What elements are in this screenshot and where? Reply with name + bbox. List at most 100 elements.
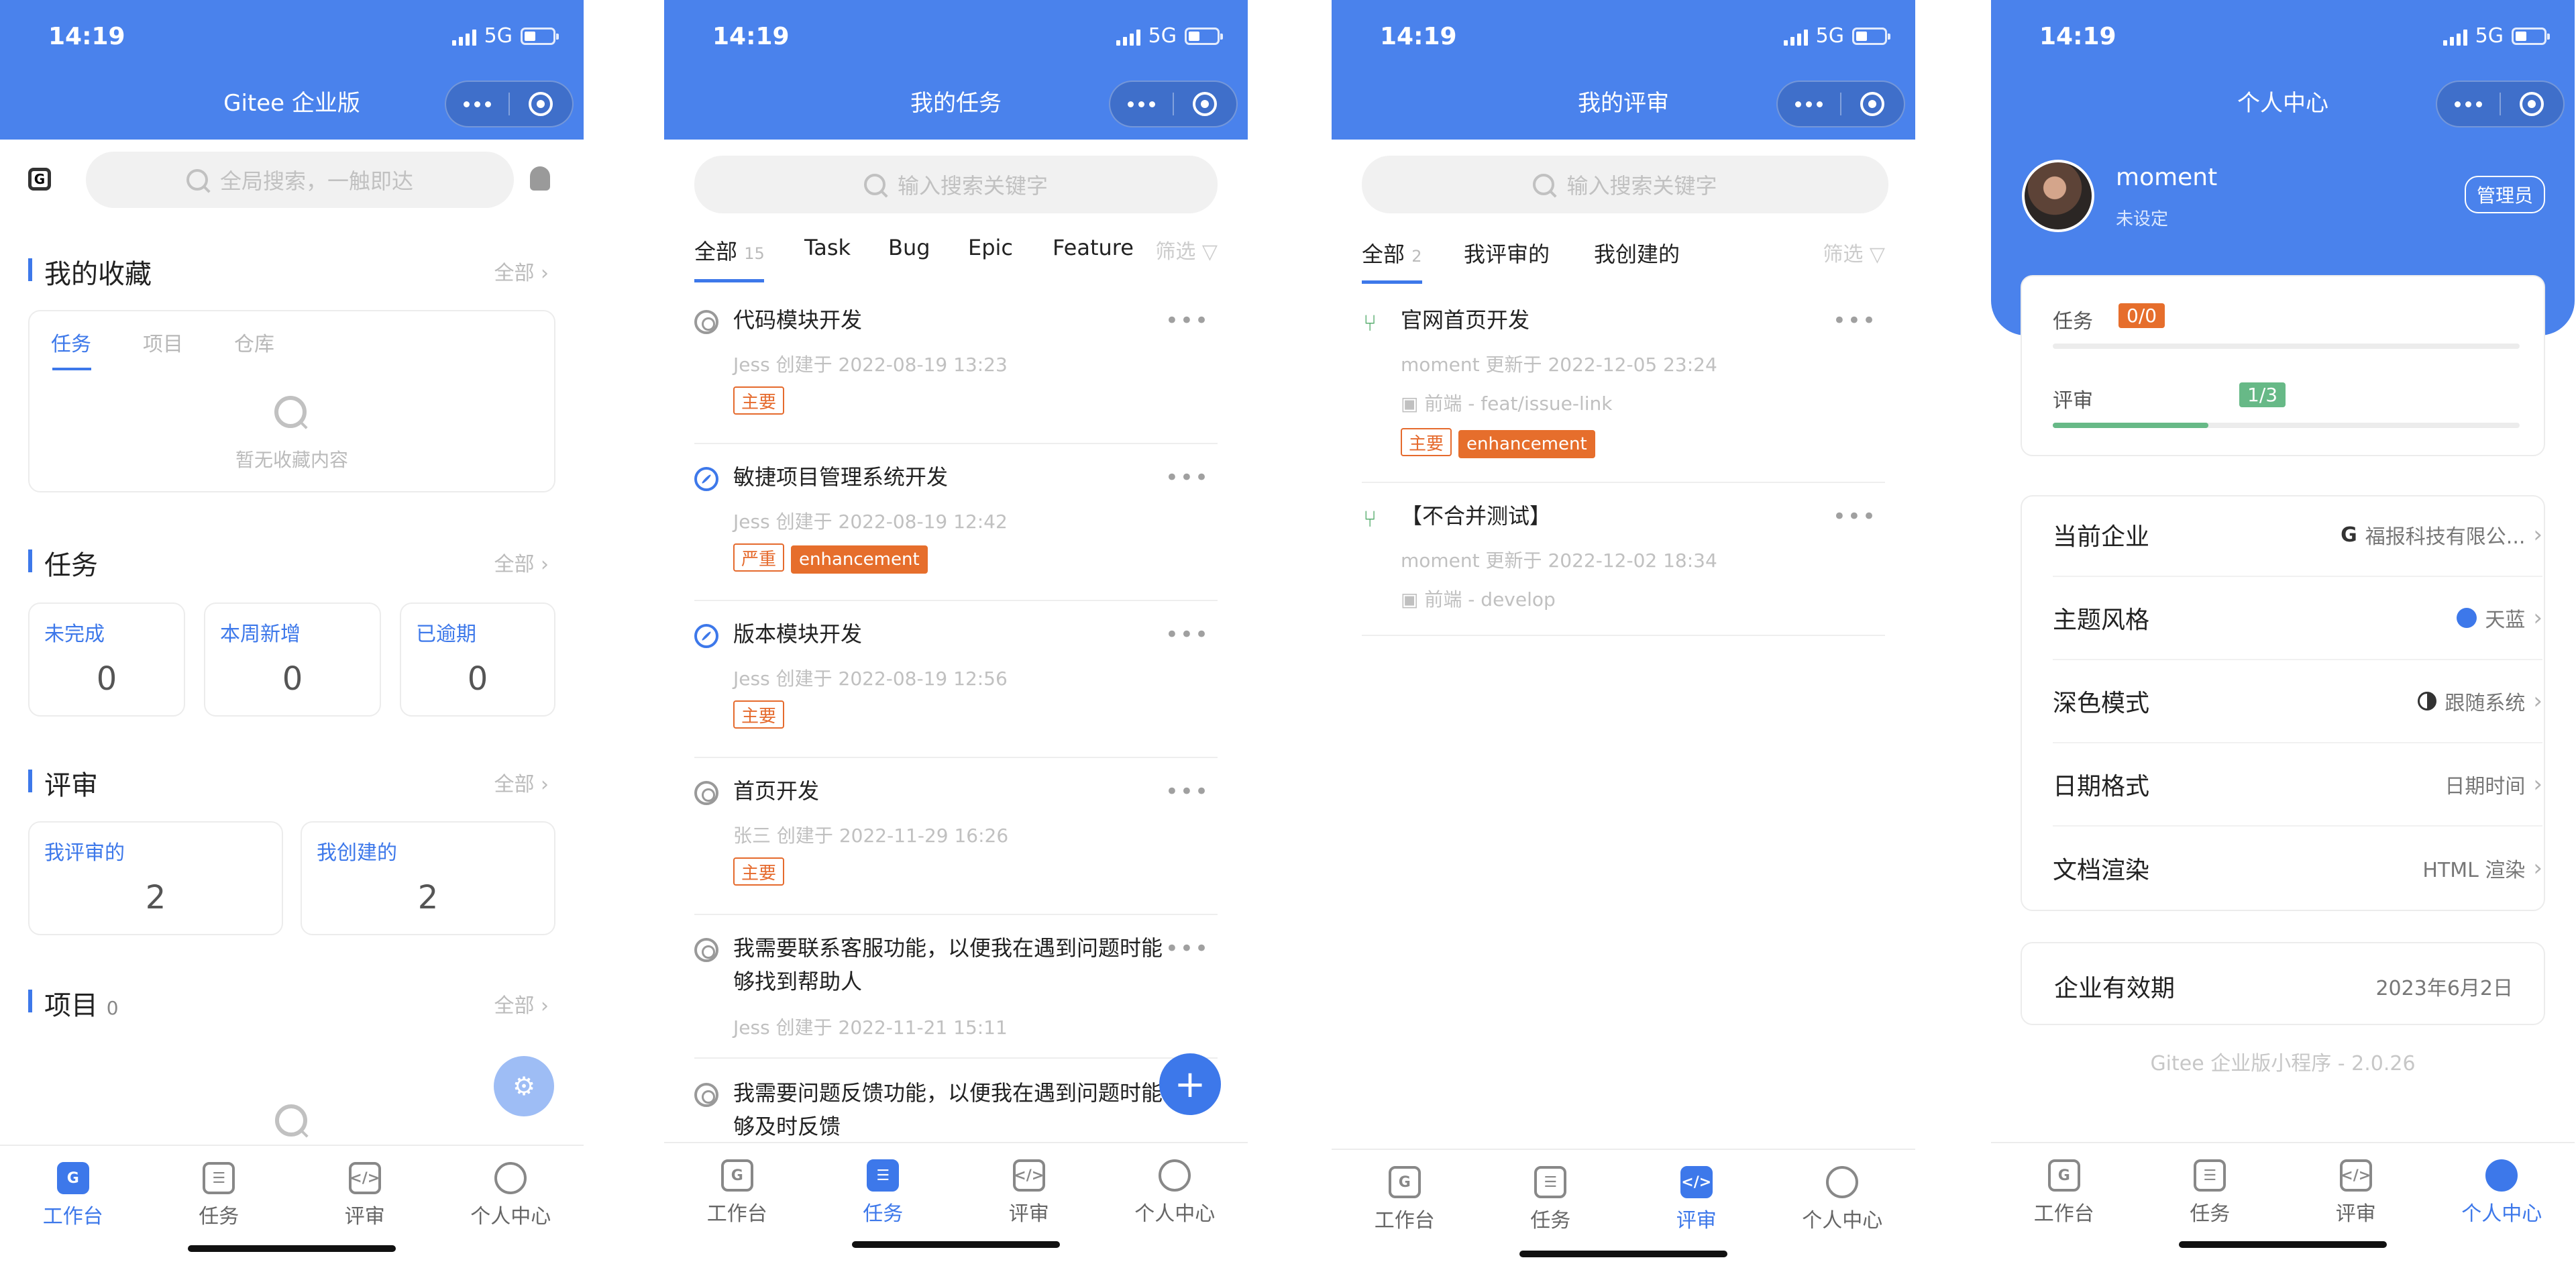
status-bar: 14:19 5G — [1332, 0, 1915, 74]
tasks-overdue-card[interactable]: 已逾期 0 — [400, 602, 555, 717]
home-indicator — [188, 1245, 396, 1252]
tab-profile[interactable]: 个人中心 — [1770, 1150, 1916, 1249]
review-progress-track — [2053, 423, 2520, 428]
task-item[interactable]: 首页开发 ••• 张三 创建于 2022-11-29 16:26 主要 — [694, 774, 1218, 915]
progress-card: 任务 0/0 评审 1/3 — [2021, 275, 2545, 456]
gitee-logo-icon: G — [2341, 523, 2357, 547]
tab-feature[interactable]: Feature — [1053, 235, 1134, 260]
bottom-tabbar: G 工作台 ☰ 任务 </> 评审 个人中心 — [1991, 1142, 2575, 1243]
enterprise-row[interactable]: 当前企业 G 福报科技有限公... › — [2053, 494, 2542, 577]
tab-tasks[interactable]: ☰ 任务 — [810, 1143, 957, 1243]
tab-all-reviews[interactable]: 全部 2 — [1362, 238, 1421, 268]
tab-profile[interactable]: 个人中心 — [2429, 1143, 2575, 1243]
status-bar: 14:19 5G — [0, 0, 584, 74]
tab-reviewed-by-me[interactable]: 我评审的 — [1464, 238, 1550, 268]
tab-tasks[interactable]: ☰ 任务 — [146, 1146, 292, 1245]
mini-program-capsule[interactable] — [445, 81, 574, 127]
tab-all-tasks[interactable]: 全部 15 — [694, 235, 765, 266]
tab-tasks[interactable]: ☰ 任务 — [2137, 1143, 2284, 1243]
tab-reviews[interactable]: </> 评审 — [956, 1143, 1102, 1243]
review-search-input[interactable]: 输入搜索关键字 — [1362, 156, 1888, 213]
tab-profile[interactable]: 个人中心 — [1102, 1143, 1248, 1243]
tab-created-by-me[interactable]: 我创建的 — [1594, 238, 1680, 268]
date-format-row[interactable]: 日期格式 日期时间 › — [2053, 743, 2542, 827]
gitee-tab-icon: G — [56, 1162, 89, 1194]
task-item[interactable]: 我需要问题反馈功能，以便我在遇到问题时能够及时反馈 — [694, 1076, 1218, 1142]
task-progress-track — [2053, 344, 2520, 349]
task-list-icon: ☰ — [1534, 1166, 1567, 1198]
avatar[interactable] — [2022, 160, 2094, 232]
filter-button[interactable]: 筛选 ▽ — [1155, 235, 1218, 264]
reviews-all-link[interactable]: 全部 › — [494, 768, 549, 797]
user-name: moment — [2116, 164, 2218, 191]
tab-profile[interactable]: 个人中心 — [438, 1146, 584, 1245]
my-tasks-screen: 14:19 5G 我的任务 输入搜索关键字 全部 15 Task Bug Epi… — [664, 0, 1248, 1264]
tab-reviews[interactable]: </> 评审 — [1623, 1150, 1770, 1249]
favorites-tab-tasks[interactable]: 任务 — [51, 327, 91, 357]
tab-reviews[interactable]: </> 评审 — [2283, 1143, 2429, 1243]
battery-icon — [1185, 27, 1223, 45]
tab-workspace[interactable]: G 工作台 — [664, 1143, 810, 1243]
code-review-icon: </> — [2339, 1159, 2372, 1192]
tab-reviews[interactable]: </> 评审 — [292, 1146, 438, 1245]
theme-row[interactable]: 主题风格 天蓝 › — [2053, 577, 2542, 660]
workspace-screen: 14:19 5G Gitee 企业版 G 全局搜索，一触即达 我的收藏 全部 ›… — [0, 0, 584, 1264]
circle-icon — [694, 781, 718, 805]
tab-bug[interactable]: Bug — [888, 235, 930, 260]
more-dots-icon[interactable] — [446, 101, 508, 107]
code-icon: ▣ — [1401, 588, 1419, 611]
mini-program-capsule[interactable] — [2436, 81, 2565, 127]
review-progress-label: 评审 — [2053, 389, 2093, 413]
my-reviews-screen: 14:19 5G 我的评审 输入搜索关键字 全部 2 我评审的 我创建的 筛选 ▽… — [1332, 0, 1915, 1264]
user-subtitle: 未设定 — [2116, 209, 2169, 229]
tab-workspace[interactable]: G 工作台 — [1332, 1150, 1478, 1249]
projects-all-link[interactable]: 全部 › — [494, 989, 549, 1018]
global-search-input[interactable]: 全局搜索，一触即达 — [86, 152, 514, 208]
more-options-icon: ••• — [1832, 307, 1877, 334]
mini-program-capsule[interactable] — [1776, 81, 1905, 127]
favorites-all-link[interactable]: 全部 › — [494, 256, 549, 286]
bottom-tabbar: G 工作台 ☰ 任务 </> 评审 个人中心 — [0, 1145, 584, 1245]
add-task-button[interactable]: + — [1159, 1053, 1221, 1115]
dark-mode-row[interactable]: 深色模式 跟随系统 › — [2053, 660, 2542, 743]
tasks-all-link[interactable]: 全部 › — [494, 547, 549, 577]
role-badge: 管理员 — [2464, 176, 2545, 213]
review-item[interactable]: ⑂ 官网首页开发 ••• moment 更新于 2022-12-05 23:24 ▣ 前… — [1362, 303, 1885, 483]
filter-button[interactable]: 筛选 ▽ — [1823, 238, 1885, 267]
tasks-unfinished-card[interactable]: 未完成 0 — [28, 602, 185, 717]
mini-program-capsule[interactable] — [1109, 81, 1238, 127]
tab-workspace[interactable]: G 工作台 — [1991, 1143, 2137, 1243]
tab-epic[interactable]: Epic — [968, 235, 1013, 260]
reviews-assigned-card[interactable]: 我评审的 2 — [28, 821, 283, 935]
reviews-created-card[interactable]: 我创建的 2 — [301, 821, 555, 935]
task-item[interactable]: 代码模块开发 ••• Jess 创建于 2022-08-19 13:23 主要 — [694, 303, 1218, 444]
enterprise-validity-value: 2023年6月2日 — [2375, 977, 2513, 1000]
review-item[interactable]: ⑂ 【不合并测试】 ••• moment 更新于 2022-12-02 18:34 ▣ … — [1362, 499, 1885, 636]
tasks-new-this-week-card[interactable]: 本周新增 0 — [204, 602, 381, 717]
task-list-icon: ☰ — [2194, 1159, 2226, 1192]
tab-tasks[interactable]: ☰ 任务 — [1478, 1150, 1624, 1249]
gitee-tab-icon: G — [720, 1159, 753, 1192]
favorites-tab-repos[interactable]: 仓库 — [234, 327, 274, 357]
app-version: Gitee 企业版小程序 - 2.0.26 — [2150, 1052, 2416, 1075]
task-search-input[interactable]: 输入搜索关键字 — [694, 156, 1218, 213]
task-item[interactable]: 版本模块开发 ••• Jess 创建于 2022-08-19 12:56 主要 — [694, 617, 1218, 758]
signal-icon — [451, 27, 476, 46]
half-moon-icon — [2418, 692, 2437, 710]
task-item[interactable]: 敏捷项目管理系统开发 ••• Jess 创建于 2022-08-19 12:42 严重… — [694, 460, 1218, 601]
task-item[interactable]: 我需要联系客服功能，以便我在遇到问题时能够找到帮助人 ••• Jess 创建于 20… — [694, 931, 1218, 1059]
favorites-tab-projects[interactable]: 项目 — [143, 327, 183, 357]
tab-workspace[interactable]: G 工作台 — [0, 1146, 146, 1245]
close-target-icon[interactable] — [510, 92, 572, 116]
tab-task[interactable]: Task — [804, 235, 851, 260]
doc-render-row[interactable]: 文档渲染 HTML 渲染 › — [2053, 827, 2542, 910]
more-options-icon: ••• — [1165, 621, 1210, 648]
projects-title: 项目 0 — [28, 984, 119, 1022]
more-options-icon: ••• — [1165, 778, 1210, 805]
settings-floating-button[interactable]: ⚙ — [494, 1056, 554, 1116]
battery-icon — [1852, 27, 1890, 45]
notification-bell-icon[interactable] — [530, 166, 550, 191]
user-icon — [2485, 1159, 2518, 1192]
signal-icon — [2443, 27, 2467, 46]
status-indicators: 5G — [451, 24, 559, 48]
